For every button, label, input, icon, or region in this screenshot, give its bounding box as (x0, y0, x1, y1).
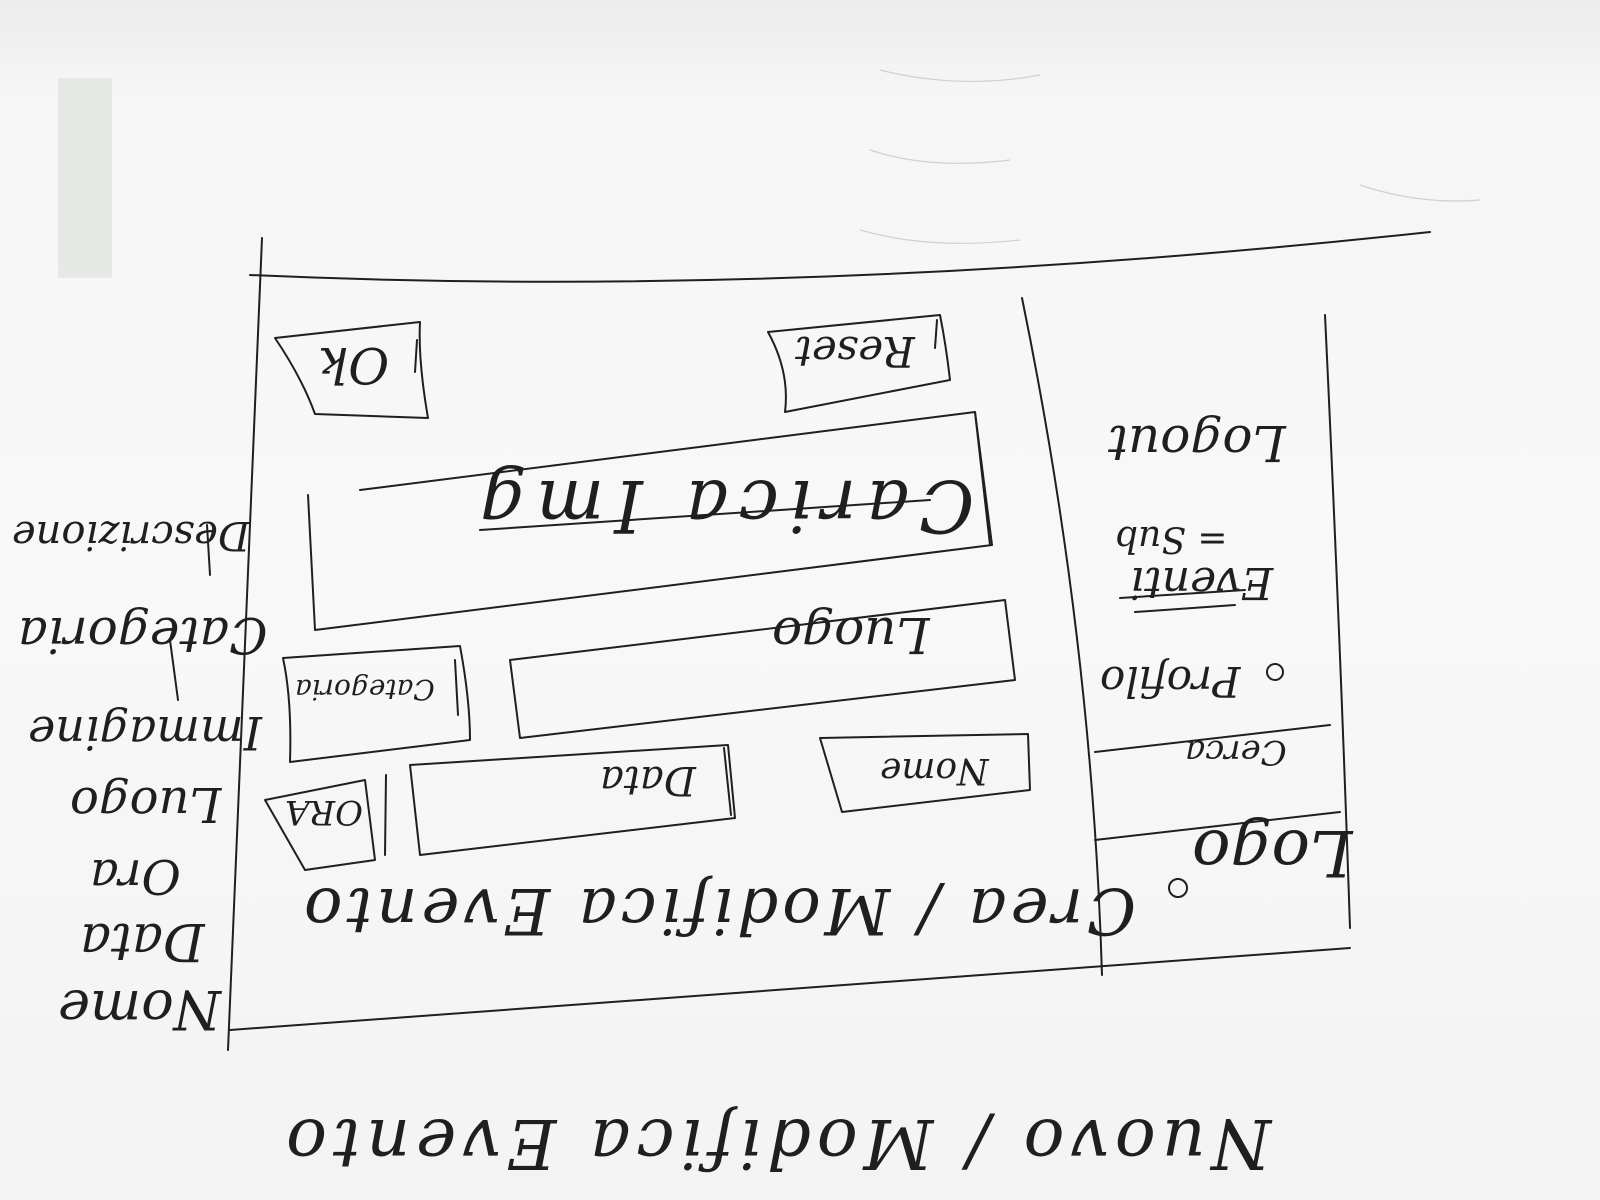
search-menu[interactable]: Cerca (1185, 732, 1287, 772)
field-list-item: Immagine (28, 706, 262, 760)
field-list-item: Descrizione (12, 512, 250, 558)
place-field-outline (509, 599, 1016, 739)
profile-radio-outline (1266, 663, 1284, 681)
logo: Logo (1192, 815, 1353, 889)
frame-bottom-line (229, 947, 1351, 1031)
logo-circle-outline (1168, 878, 1188, 898)
date-field[interactable]: Data (600, 757, 696, 803)
time-field[interactable]: ORA (285, 792, 363, 832)
page-title: Nuovo / Modifica Evento (280, 1103, 1272, 1182)
place-field[interactable]: Luogo (772, 606, 930, 664)
category-field[interactable]: Categoria (295, 673, 435, 706)
frame-top-line (249, 231, 1431, 283)
reset-button[interactable]: Reset (795, 327, 915, 376)
image-upload-field[interactable]: Carica Img (470, 464, 974, 548)
field-list-item: Categoria (18, 606, 268, 664)
field-list-item: Data (80, 911, 205, 971)
field-list-item: Nome (58, 978, 221, 1041)
logout-link[interactable]: Logout (1108, 414, 1286, 472)
field-list-item: Luogo (70, 776, 222, 832)
paper-sheet: Nuovo / Modifica Evento Crea / Modifica … (0, 0, 1600, 1200)
form-title: Crea / Modifica Evento (300, 873, 1137, 947)
events-menu[interactable]: Eventi (1130, 557, 1273, 608)
field-list-item: Ora (90, 848, 181, 904)
ok-button[interactable]: Ok (318, 336, 389, 394)
profile-menu[interactable]: Profilo (1100, 657, 1240, 706)
events-submenu[interactable]: = Sub (1115, 518, 1228, 559)
wireframe-sketch (169, 69, 1481, 1051)
name-field[interactable]: Nome (880, 750, 989, 791)
